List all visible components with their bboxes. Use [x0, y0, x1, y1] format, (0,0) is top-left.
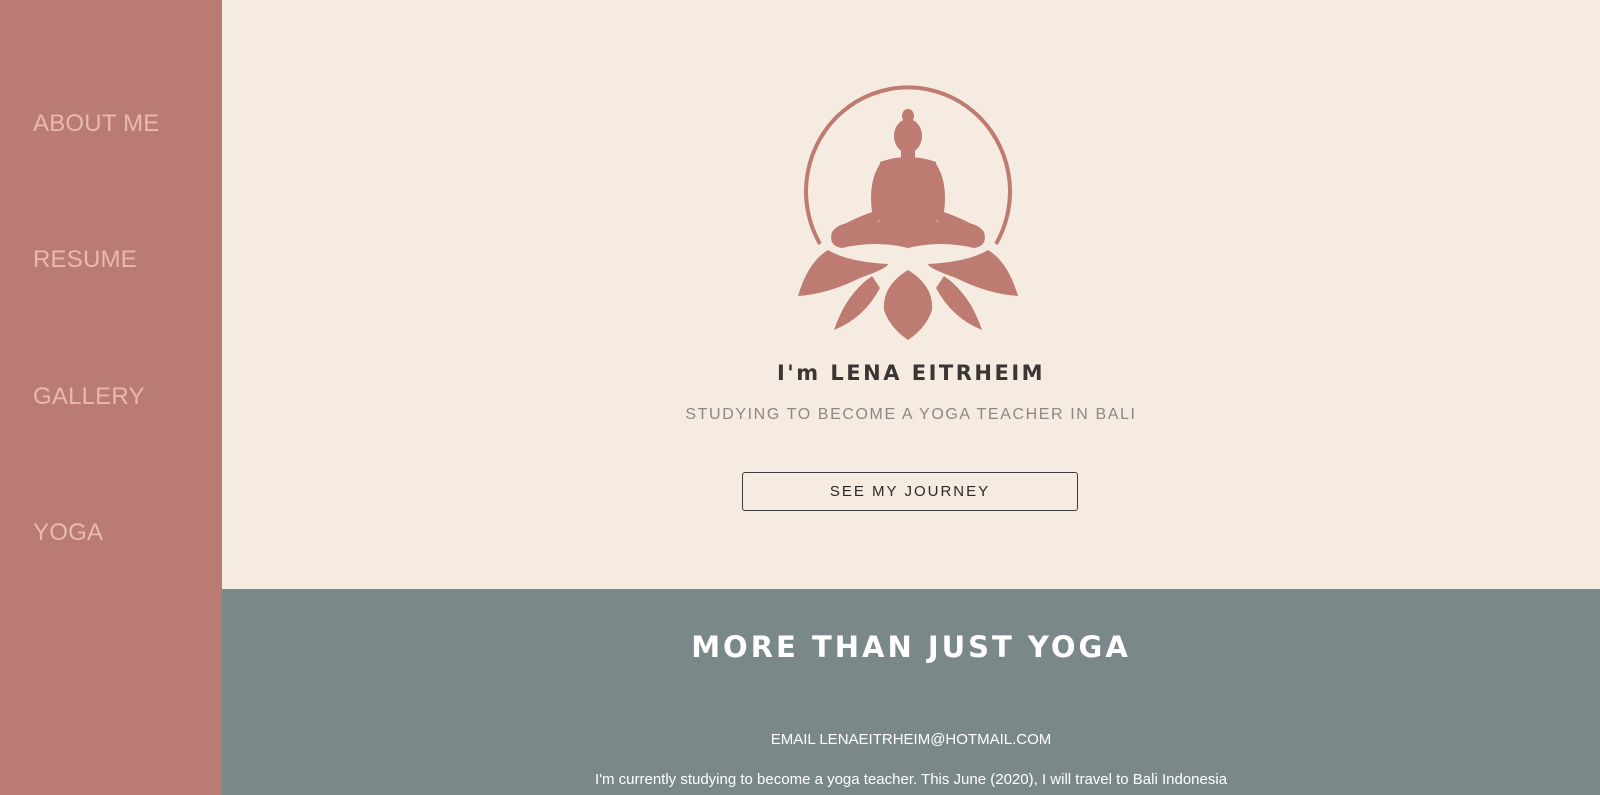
hero-name: I'm LENA EITRHEIM: [776, 361, 1046, 385]
about-email: EMAIL LENAEITRHEIM@HOTMAIL.COM: [770, 731, 1052, 748]
nav-yoga[interactable]: YOGA: [33, 519, 103, 547]
see-my-journey-button[interactable]: SEE MY JOURNEY: [742, 472, 1078, 511]
sidebar: ABOUT ME RESUME GALLERY YOGA: [0, 0, 222, 795]
nav-resume[interactable]: RESUME: [33, 246, 137, 274]
about-section: [222, 589, 1600, 795]
hero-subtitle: STUDYING TO BECOME A YOGA TEACHER IN BAL…: [685, 406, 1137, 423]
nav-gallery[interactable]: GALLERY: [33, 383, 145, 411]
nav-about-me[interactable]: ABOUT ME: [33, 110, 160, 138]
meditating-buddha-lotus-icon: [768, 72, 1048, 344]
page: ABOUT ME RESUME GALLERY YOGA I'm LENA EI…: [0, 0, 1600, 795]
about-text: I'm currently studying to become a yoga …: [594, 771, 1228, 788]
about-title: MORE THAN JUST YOGA: [691, 630, 1131, 664]
